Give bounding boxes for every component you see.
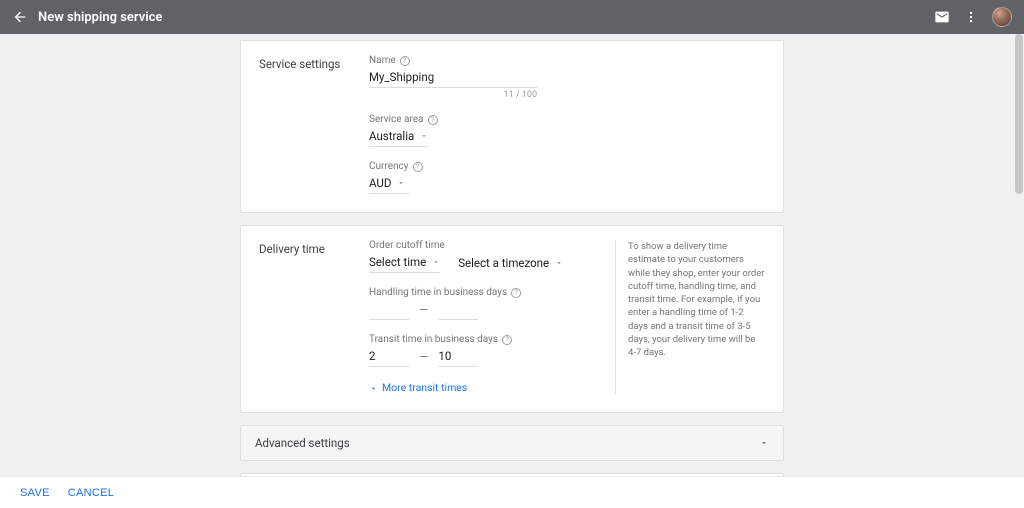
range-dash: — (419, 350, 428, 367)
handling-max-input[interactable] (438, 298, 478, 320)
scrollbar-thumb[interactable] (1015, 34, 1023, 194)
area-field: Service area ? Australia (369, 114, 765, 147)
transit-min-input[interactable]: 2 (369, 345, 409, 367)
app-header: New shipping service (0, 0, 1024, 34)
name-counter: 11 / 100 (369, 90, 537, 100)
section-label-service: Service settings (259, 55, 369, 194)
transit-label: Transit time in business days (369, 334, 498, 345)
mail-icon[interactable] (934, 9, 950, 25)
cutoff-time-select[interactable]: Select time (369, 251, 440, 273)
footer-bar: SAVE CANCEL (0, 476, 1024, 508)
name-label: Name (369, 55, 396, 66)
currency-field: Currency ? AUD (369, 161, 765, 194)
chevron-down-icon (759, 438, 769, 448)
help-icon[interactable]: ? (511, 288, 521, 298)
chevron-down-icon (420, 132, 428, 140)
delivery-info: To show a delivery time estimate to your… (615, 240, 765, 394)
avatar[interactable] (992, 7, 1012, 27)
cancel-button[interactable]: CANCEL (68, 487, 114, 499)
transit-field: Transit time in business days ? 2 — 10 (369, 334, 603, 367)
section-label-delivery: Delivery time (259, 240, 369, 394)
chevron-down-icon (397, 179, 405, 187)
help-icon[interactable]: ? (428, 115, 438, 125)
cutoff-label: Order cutoff time (369, 240, 445, 251)
delivery-time-card: Delivery time Order cutoff time Select t… (240, 225, 784, 413)
cutoff-timezone-select[interactable]: Select a timezone (458, 251, 563, 273)
area-select[interactable]: Australia (369, 125, 428, 147)
help-icon[interactable]: ? (400, 56, 410, 66)
service-settings-card: Service settings Name ? My_Shipping 11 /… (240, 40, 784, 213)
name-field: Name ? My_Shipping 11 / 100 (369, 55, 765, 100)
name-input[interactable]: My_Shipping (369, 66, 537, 88)
handling-min-input[interactable] (369, 298, 409, 320)
chevron-down-icon (369, 383, 378, 393)
range-dash: — (419, 303, 428, 320)
more-transit-link[interactable]: More transit times (369, 381, 603, 394)
back-icon[interactable] (12, 9, 28, 25)
handling-field: Handling time in business days ? — (369, 287, 603, 320)
help-icon[interactable]: ? (413, 162, 423, 172)
save-button[interactable]: SAVE (20, 487, 50, 499)
cutoff-field: Order cutoff time Select time Select a t… (369, 240, 603, 273)
advanced-label: Advanced settings (255, 436, 350, 450)
page-title: New shipping service (38, 10, 162, 25)
currency-label: Currency (369, 161, 409, 172)
chevron-down-icon (555, 259, 563, 267)
advanced-settings-toggle[interactable]: Advanced settings (240, 425, 784, 461)
more-vert-icon[interactable] (964, 10, 978, 24)
transit-max-input[interactable]: 10 (438, 345, 478, 367)
handling-label: Handling time in business days (369, 287, 507, 298)
page-scroll[interactable]: Service settings Name ? My_Shipping 11 /… (0, 40, 1024, 476)
chevron-down-icon (432, 258, 440, 266)
help-icon[interactable]: ? (502, 335, 512, 345)
area-label: Service area (369, 114, 424, 125)
currency-select[interactable]: AUD (369, 172, 409, 194)
